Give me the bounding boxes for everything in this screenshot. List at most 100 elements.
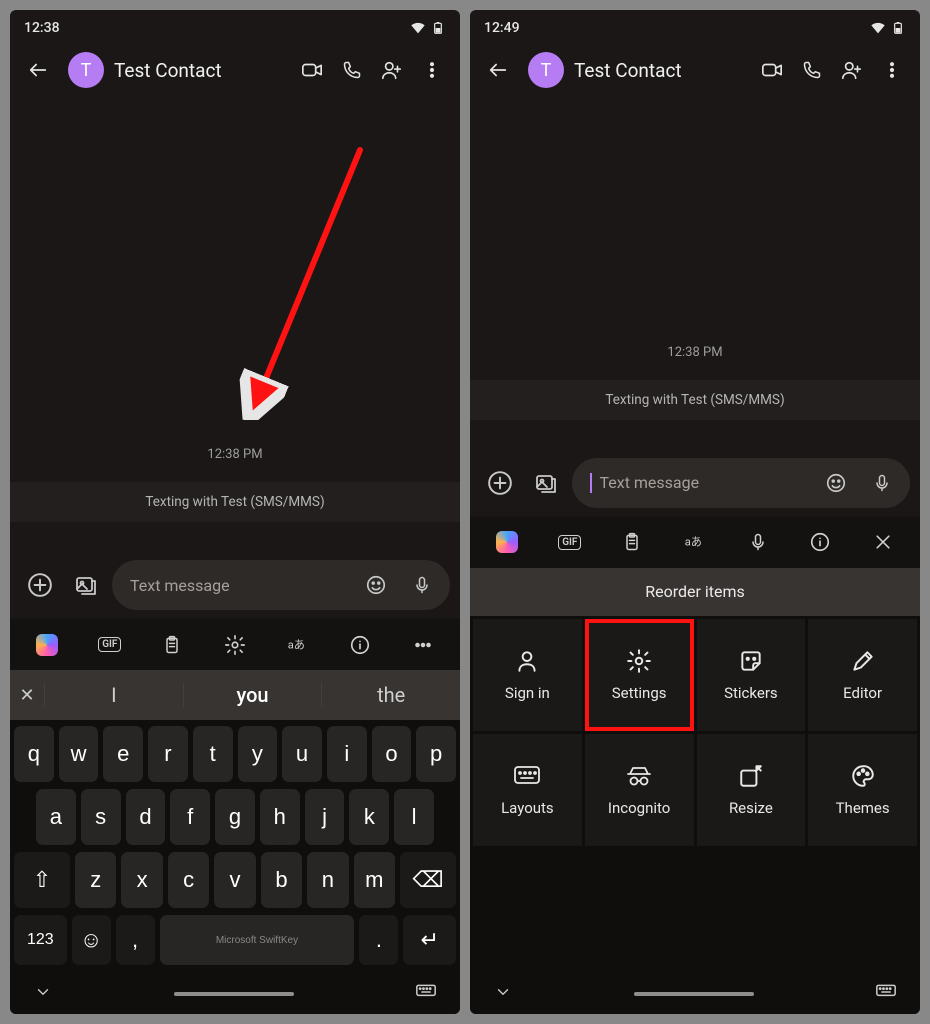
info-button[interactable] xyxy=(336,625,384,665)
contact-avatar[interactable]: T xyxy=(68,52,104,88)
contact-avatar[interactable]: T xyxy=(528,52,564,88)
emoji-button[interactable] xyxy=(356,565,396,605)
grid-layouts[interactable]: Layouts xyxy=(473,734,582,846)
more-toolbar-button[interactable] xyxy=(399,625,447,665)
gif-button[interactable]: GIF xyxy=(86,625,134,665)
more-button[interactable] xyxy=(872,50,912,90)
suggestion-close[interactable]: ✕ xyxy=(10,685,44,706)
key-v[interactable]: v xyxy=(214,852,255,908)
suggestion-3[interactable]: the xyxy=(321,683,460,707)
key-p[interactable]: p xyxy=(416,726,456,782)
key-e[interactable]: e xyxy=(103,726,143,782)
key-a[interactable]: a xyxy=(36,789,76,845)
message-input[interactable]: Text message xyxy=(112,560,450,610)
text-cursor xyxy=(590,473,592,493)
key-z[interactable]: z xyxy=(75,852,116,908)
keyboard-switch[interactable] xyxy=(416,984,436,1004)
key-w[interactable]: w xyxy=(59,726,99,782)
key-g[interactable]: g xyxy=(215,789,255,845)
emoji-button[interactable] xyxy=(816,463,856,503)
wifi-icon xyxy=(870,22,886,34)
key-x[interactable]: x xyxy=(121,852,162,908)
nav-pill[interactable] xyxy=(174,992,294,996)
grid-sign-in[interactable]: Sign in xyxy=(473,619,582,731)
key-h[interactable]: h xyxy=(260,789,300,845)
mic-button[interactable] xyxy=(862,463,902,503)
copilot-button[interactable] xyxy=(483,522,531,562)
attach-button[interactable] xyxy=(20,565,60,605)
video-call-button[interactable] xyxy=(292,50,332,90)
key-k[interactable]: k xyxy=(349,789,389,845)
key-l[interactable]: l xyxy=(394,789,434,845)
key-y[interactable]: y xyxy=(238,726,278,782)
call-button[interactable] xyxy=(332,50,372,90)
key-f[interactable]: f xyxy=(170,789,210,845)
copilot-button[interactable] xyxy=(23,625,71,665)
key-u[interactable]: u xyxy=(282,726,322,782)
add-person-button[interactable] xyxy=(832,50,872,90)
attach-button[interactable] xyxy=(480,463,520,503)
gif-button[interactable]: GIF xyxy=(546,522,594,562)
message-timestamp: 12:38 PM xyxy=(207,447,262,462)
key-r[interactable]: r xyxy=(148,726,188,782)
nav-pill[interactable] xyxy=(634,992,754,996)
more-vert-icon xyxy=(422,60,442,80)
period-key[interactable]: . xyxy=(359,915,398,965)
phone-icon xyxy=(802,60,822,80)
more-button[interactable] xyxy=(412,50,452,90)
key-n[interactable]: n xyxy=(307,852,348,908)
key-m[interactable]: m xyxy=(354,852,395,908)
key-j[interactable]: j xyxy=(305,789,345,845)
contact-name[interactable]: Test Contact xyxy=(114,59,282,82)
back-button[interactable] xyxy=(18,50,58,90)
key-i[interactable]: i xyxy=(327,726,367,782)
translate-button[interactable]: aあ xyxy=(671,522,719,562)
gallery-button[interactable] xyxy=(66,565,106,605)
numbers-key[interactable]: 123 xyxy=(14,915,67,965)
grid-resize[interactable]: Resize xyxy=(697,734,806,846)
grid-editor[interactable]: Editor xyxy=(808,619,917,731)
chevron-down-icon xyxy=(34,983,52,1001)
key-c[interactable]: c xyxy=(168,852,209,908)
space-key[interactable]: Microsoft SwiftKey xyxy=(160,915,355,965)
grid-themes[interactable]: Themes xyxy=(808,734,917,846)
close-toolbar-button[interactable] xyxy=(859,522,907,562)
translate-button[interactable]: aあ xyxy=(274,625,322,665)
status-bar: 12:38 xyxy=(10,10,460,40)
app-bar: T Test Contact xyxy=(10,40,460,100)
comma-key[interactable]: , xyxy=(116,915,155,965)
backspace-key[interactable]: ⌫ xyxy=(400,852,456,908)
key-s[interactable]: s xyxy=(81,789,121,845)
message-input[interactable]: Text message xyxy=(572,458,910,508)
nav-collapse[interactable] xyxy=(34,983,52,1005)
call-button[interactable] xyxy=(792,50,832,90)
emoji-key[interactable]: ☺ xyxy=(72,915,111,965)
shift-key[interactable]: ⇧ xyxy=(14,852,70,908)
clipboard-button[interactable] xyxy=(148,625,196,665)
enter-key[interactable]: ↵ xyxy=(403,915,456,965)
key-o[interactable]: o xyxy=(372,726,412,782)
grid-stickers[interactable]: Stickers xyxy=(697,619,806,731)
key-t[interactable]: t xyxy=(193,726,233,782)
info-button[interactable] xyxy=(796,522,844,562)
nav-collapse[interactable] xyxy=(494,983,512,1005)
suggestion-2[interactable]: you xyxy=(183,683,322,707)
voice-typing-button[interactable] xyxy=(734,522,782,562)
key-b[interactable]: b xyxy=(261,852,302,908)
grid-settings[interactable]: Settings xyxy=(585,619,694,731)
contact-name[interactable]: Test Contact xyxy=(574,59,742,82)
settings-toolbar-button[interactable] xyxy=(211,625,259,665)
mic-button[interactable] xyxy=(402,565,442,605)
video-icon xyxy=(301,59,323,81)
video-call-button[interactable] xyxy=(752,50,792,90)
key-d[interactable]: d xyxy=(126,789,166,845)
gallery-button[interactable] xyxy=(526,463,566,503)
clipboard-button[interactable] xyxy=(608,522,656,562)
grid-incognito[interactable]: Incognito xyxy=(585,734,694,846)
keyboard-switch[interactable] xyxy=(876,984,896,1004)
add-person-button[interactable] xyxy=(372,50,412,90)
suggestion-1[interactable]: I xyxy=(44,683,183,707)
reorder-header: Reorder items xyxy=(470,568,920,616)
back-button[interactable] xyxy=(478,50,518,90)
key-q[interactable]: q xyxy=(14,726,54,782)
